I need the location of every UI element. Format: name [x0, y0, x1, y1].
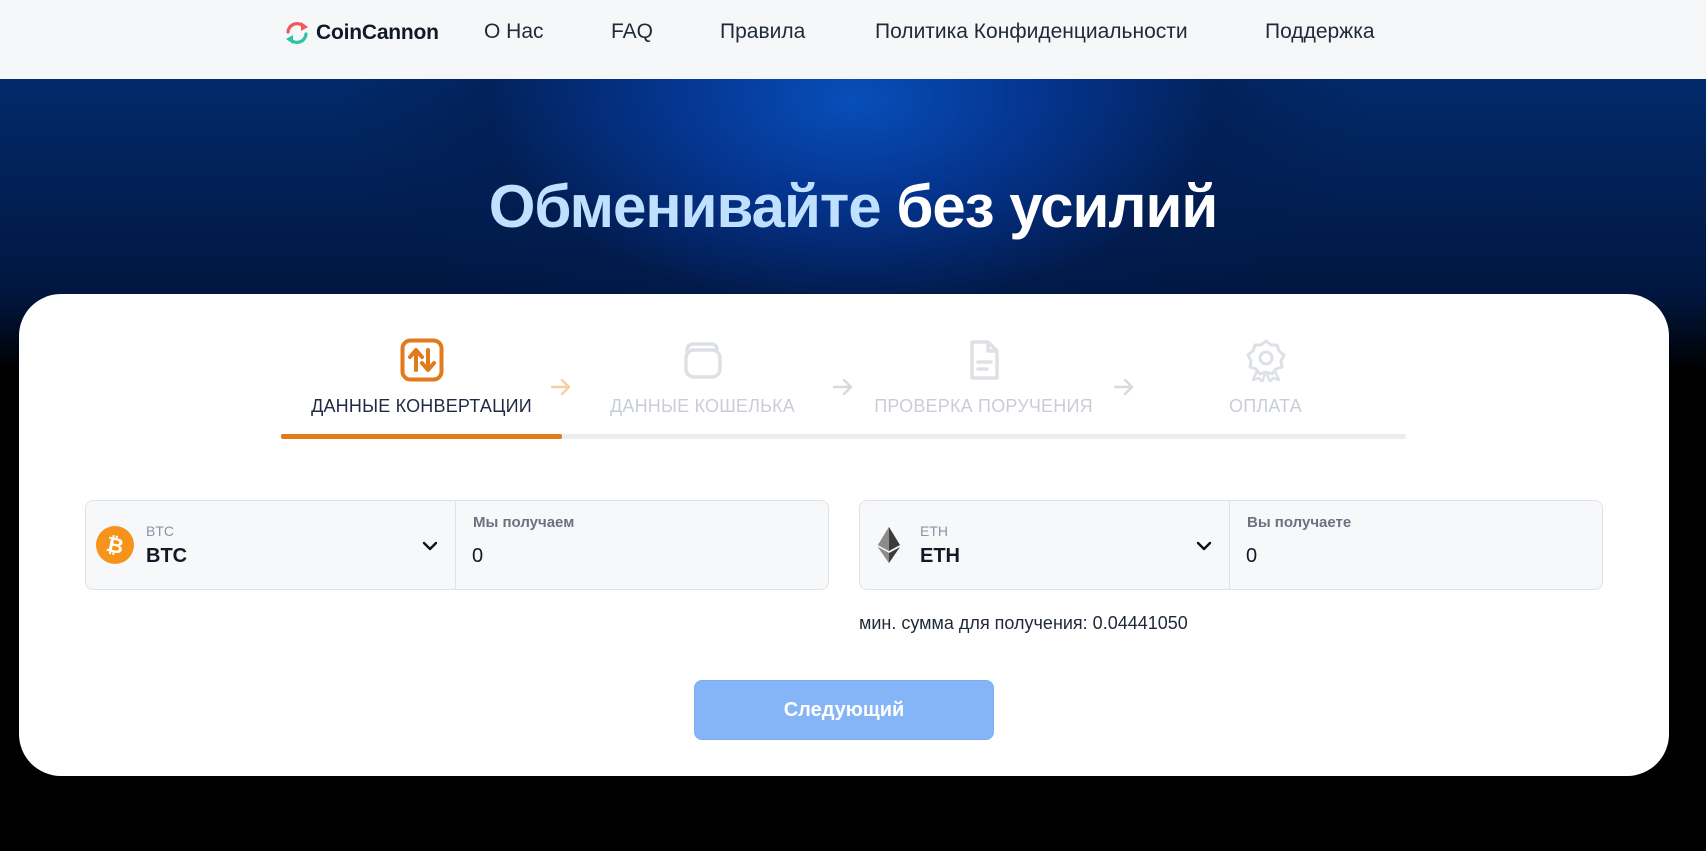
receive-amount-label: Вы получаете [1247, 514, 1352, 531]
step-progress-fill [281, 434, 563, 439]
chevron-down-icon [422, 541, 438, 551]
send-amount-input[interactable] [472, 541, 802, 571]
send-coin-ticker-caption: BTC [146, 523, 174, 539]
step-order-check[interactable]: ПРОВЕРКА ПОРУЧЕНИЯ [843, 338, 1124, 440]
brand-name: CoinCannon [316, 21, 439, 44]
nav-about[interactable]: О Нас [484, 20, 544, 44]
logo-arrows-icon [286, 22, 308, 44]
chevron-down-icon [1196, 541, 1212, 551]
brand-logo[interactable]: CoinCannon [284, 19, 439, 47]
step-progress-bar [281, 434, 1406, 439]
hero-title-accent: Обменивайте [488, 173, 882, 240]
send-coin-select[interactable]: ₿ BTC BTC [86, 501, 456, 589]
wallet-icon [683, 342, 722, 379]
step-label: ОПЛАТА [1229, 396, 1302, 416]
receive-exchange-box: ETH ETH Вы получаете [859, 500, 1603, 590]
nav-rules[interactable]: Правила [720, 20, 805, 44]
badge-icon [1246, 339, 1285, 382]
receive-amount-area: Вы получаете [1230, 501, 1602, 589]
send-exchange-box: ₿ BTC BTC Мы получаем [85, 500, 829, 590]
step-label: ДАННЫЕ КОНВЕРТАЦИИ [311, 396, 532, 416]
receive-coin-ticker: ETH [920, 545, 960, 567]
nav-faq[interactable]: FAQ [611, 20, 653, 44]
step-wallet-data[interactable]: ДАННЫЕ КОШЕЛЬКА [562, 338, 843, 440]
receive-amount-input[interactable] [1246, 541, 1576, 571]
hero-title-rest: без усилий [896, 173, 1218, 240]
receive-coin-ticker-caption: ETH [920, 523, 948, 539]
step-indicator: ДАННЫЕ КОНВЕРТАЦИИ ДАННЫЕ КОШЕЛЬКА ПРОВЕ… [281, 338, 1406, 440]
min-amount-note: мин. сумма для получения: 0.04441050 [859, 613, 1188, 633]
document-icon [969, 340, 999, 380]
send-amount-label: Мы получаем [473, 514, 575, 531]
step-label: ПРОВЕРКА ПОРУЧЕНИЯ [874, 396, 1093, 416]
receive-coin-select[interactable]: ETH ETH [860, 501, 1230, 589]
bitcoin-icon: ₿ [96, 526, 134, 564]
next-button[interactable]: Следующий [694, 680, 994, 740]
send-coin-ticker: BTC [146, 545, 188, 567]
nav-privacy-policy[interactable]: Политика Конфиденциальности [875, 20, 1188, 44]
step-conversion-data[interactable]: ДАННЫЕ КОНВЕРТАЦИИ [281, 338, 562, 440]
ethereum-icon [878, 527, 900, 563]
step-label: ДАННЫЕ КОШЕЛЬКА [609, 396, 796, 416]
nav-support[interactable]: Поддержка [1265, 20, 1375, 44]
send-amount-area: Мы получаем [456, 501, 828, 589]
swap-arrows-icon [400, 338, 443, 382]
hero-title: Обменивайте без усилий [0, 172, 1706, 241]
step-payment[interactable]: ОПЛАТА [1125, 338, 1406, 440]
top-navigation: CoinCannon О Нас FAQ Правила Политика Ко… [0, 0, 1706, 79]
